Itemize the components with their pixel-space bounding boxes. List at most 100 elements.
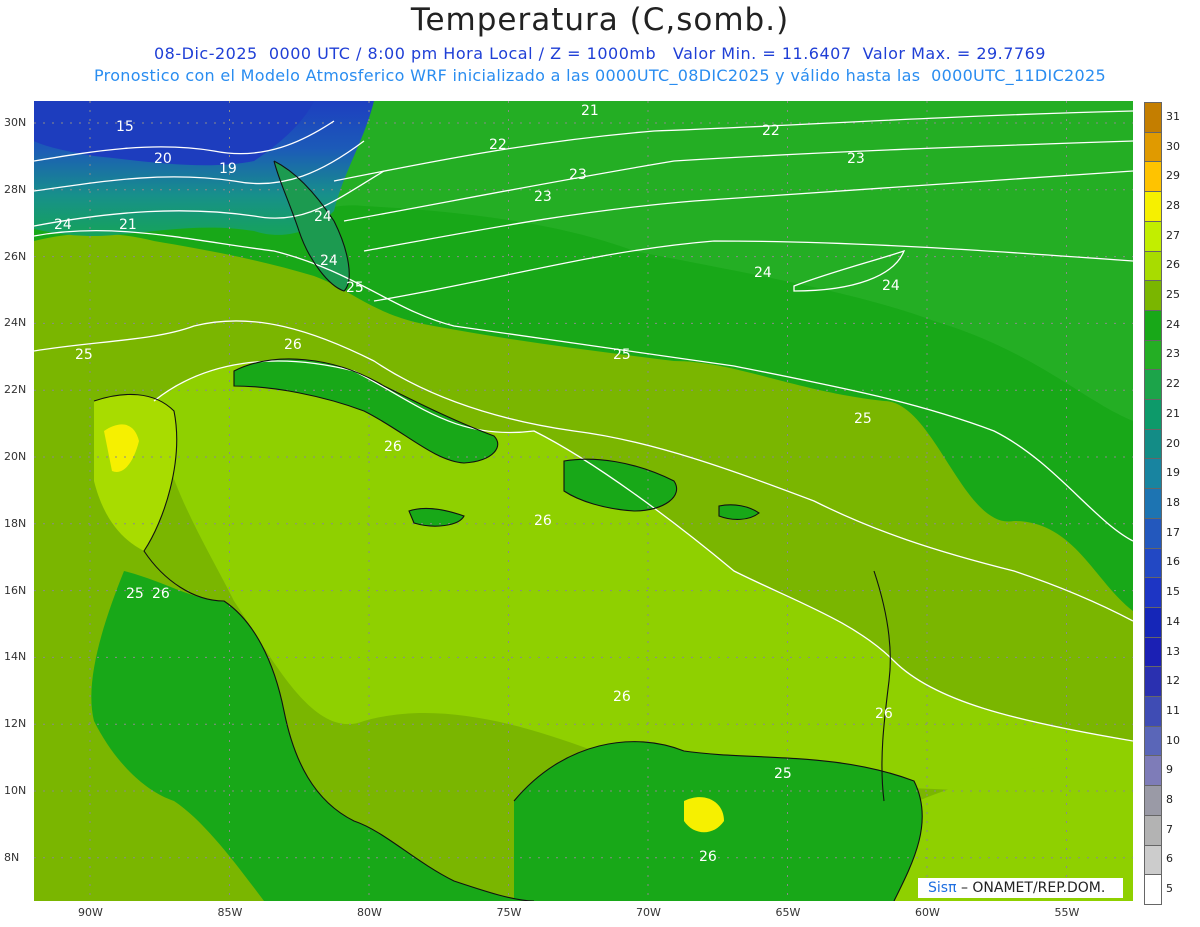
- color-level-label: 23: [1166, 347, 1180, 361]
- color-swatch: [1144, 191, 1162, 222]
- isotherm-label: 23: [569, 167, 587, 183]
- latitude-label: 24N: [4, 316, 27, 330]
- color-level-label: 27: [1166, 228, 1180, 242]
- isotherm-label: 26: [384, 439, 402, 455]
- color-level-label: 19: [1166, 466, 1180, 480]
- color-swatch: [1144, 161, 1162, 193]
- color-swatch: [1144, 666, 1162, 698]
- latitude-label: 22N: [4, 383, 27, 397]
- color-swatch: [1144, 280, 1162, 311]
- color-swatch: [1144, 458, 1162, 490]
- color-swatch: [1144, 547, 1162, 579]
- latitude-label: 16N: [4, 583, 27, 597]
- latitude-label: 10N: [4, 784, 27, 797]
- isotherm-label: 25: [613, 347, 631, 363]
- color-swatch: [1144, 369, 1162, 401]
- color-level-label: 6: [1166, 852, 1173, 866]
- isotherm-label: 26: [613, 689, 631, 705]
- isotherm-label: 21: [581, 103, 599, 119]
- longitude-label: 70W: [636, 906, 661, 919]
- longitude-label: 60W: [915, 906, 940, 919]
- isotherm-label: 24: [882, 278, 900, 294]
- isotherm-label: 25: [854, 411, 872, 427]
- color-level-label: 13: [1166, 644, 1180, 658]
- isotherm-label: 24: [314, 209, 332, 225]
- credit-text: – ONAMET/REP.DOM.: [956, 880, 1106, 896]
- isotherm-label: 25: [75, 347, 93, 363]
- isotherm-label: 15: [116, 119, 134, 135]
- color-swatch: [1144, 250, 1162, 282]
- isotherm-label: 25: [774, 766, 792, 782]
- isotherm-label: 26: [875, 706, 893, 722]
- color-swatch: [1144, 102, 1162, 133]
- latitude-label: 8N: [4, 850, 20, 864]
- isotherm-label: 24: [320, 253, 338, 269]
- latitude-label: 12N: [4, 717, 27, 731]
- latitude-label: 26N: [4, 249, 27, 263]
- isotherm-label: 23: [534, 189, 552, 205]
- color-level-label: 11: [1166, 703, 1180, 717]
- color-swatch: [1144, 755, 1162, 787]
- color-level-label: 24: [1166, 317, 1180, 331]
- color-swatch: [1144, 220, 1162, 252]
- color-swatch: [1144, 696, 1162, 727]
- color-level-label: 30: [1166, 139, 1180, 153]
- longitude-label: 55W: [1054, 906, 1080, 919]
- isotherm-label: 22: [762, 123, 780, 139]
- color-level-label: 26: [1166, 258, 1180, 272]
- isotherm-label: 21: [119, 217, 137, 233]
- latitude-label: 20N: [4, 450, 27, 463]
- valid-time-line: 08-Dic-2025 0000 UTC / 8:00 pm Hora Loca…: [154, 44, 1046, 63]
- color-level-label: 9: [1166, 763, 1173, 777]
- latitude-label: 18N: [4, 516, 27, 530]
- color-level-label: 16: [1166, 555, 1180, 569]
- color-swatch: [1144, 309, 1162, 341]
- longitude-label: 90W: [78, 906, 103, 919]
- longitude-label: 65W: [775, 906, 801, 919]
- color-level-label: 5: [1166, 882, 1173, 896]
- isotherm-label: 23: [847, 151, 865, 167]
- color-swatch: [1144, 814, 1162, 846]
- isotherm-label: 25: [346, 280, 364, 296]
- color-swatch: [1144, 428, 1162, 460]
- color-level-label: 20: [1166, 436, 1180, 450]
- color-level-label: 25: [1166, 288, 1180, 302]
- isotherm-label: 24: [54, 217, 72, 233]
- credit-box: Sisπ – ONAMET/REP.DOM.: [918, 878, 1123, 898]
- color-level-label: 10: [1166, 733, 1180, 747]
- color-swatch: [1144, 577, 1162, 608]
- color-swatch: [1144, 488, 1162, 519]
- color-swatch: [1144, 725, 1162, 757]
- model-info-line: Pronostico con el Modelo Atmosferico WRF…: [94, 66, 1106, 85]
- isotherm-label: 26: [699, 849, 717, 865]
- color-swatch: [1144, 339, 1162, 371]
- color-swatch: [1144, 399, 1162, 430]
- longitude-label: 85W: [217, 906, 243, 919]
- longitude-label: 80W: [357, 906, 382, 919]
- color-swatch: [1144, 606, 1162, 638]
- brand-logo: Sisπ: [928, 880, 957, 896]
- color-level-label: 29: [1166, 169, 1180, 183]
- color-swatch: [1144, 131, 1162, 163]
- isotherm-label: 26: [284, 337, 302, 353]
- color-level-label: 12: [1166, 674, 1180, 688]
- color-level-label: 18: [1166, 496, 1180, 509]
- isotherm-label: 20: [154, 151, 172, 167]
- color-level-label: 17: [1166, 525, 1180, 539]
- latitude-label: 14N: [4, 650, 27, 664]
- latitude-label: 28N: [4, 182, 27, 196]
- color-swatch: [1144, 844, 1162, 876]
- color-level-label: 31: [1166, 109, 1180, 123]
- color-level-label: 28: [1166, 198, 1180, 212]
- color-level-label: 7: [1166, 822, 1173, 836]
- color-level-label: 8: [1166, 793, 1173, 807]
- latitude-label: 30N: [4, 116, 27, 129]
- color-level-label: 22: [1166, 377, 1180, 391]
- color-level-label: 21: [1166, 406, 1180, 420]
- isotherm-label: 26: [534, 513, 552, 529]
- map-title: Temperatura (C,somb.): [410, 2, 790, 38]
- isotherm-label: 24: [754, 265, 772, 281]
- color-level-label: 14: [1166, 614, 1180, 628]
- isotherm-label: 26: [152, 586, 170, 602]
- color-swatch: [1144, 636, 1162, 668]
